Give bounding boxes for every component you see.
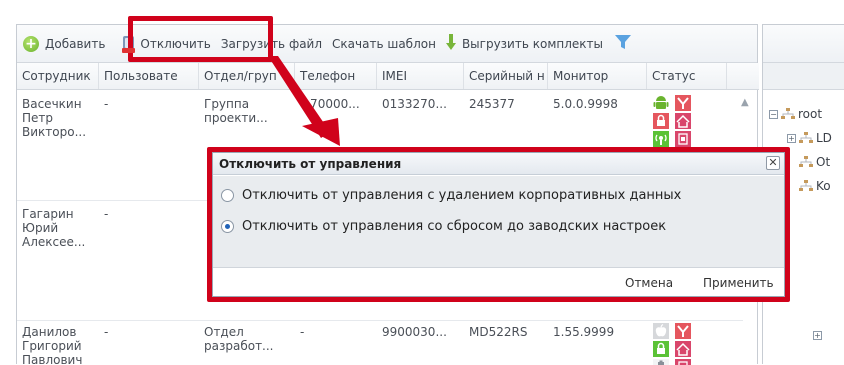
cell-phone: +70000... (300, 97, 360, 111)
dialog-footer: Отмена Применить (213, 269, 784, 297)
collapse-icon[interactable]: − (769, 109, 778, 119)
dialog-title: Отключить от управления (213, 153, 784, 175)
disable-management-dialog: Отключить от управления ✕ Отключить от у… (212, 152, 785, 297)
cancel-button[interactable]: Отмена (625, 276, 673, 290)
cell-department: Группа проекти... (204, 97, 268, 125)
tree-header (763, 63, 844, 90)
status-icons (653, 323, 713, 365)
lock-icon (653, 341, 669, 357)
wifi-icon (674, 113, 691, 129)
column-employee[interactable]: Сотрудник (17, 63, 99, 89)
close-icon[interactable]: ✕ (766, 156, 780, 170)
tree-node-3[interactable]: Ko (799, 179, 831, 193)
tree-node-1-label: LD (816, 131, 832, 145)
cell-imei: 9900030... (382, 325, 447, 339)
status-icons (653, 95, 713, 149)
cell-department: Отдел разработ... (204, 325, 274, 353)
apple-icon (653, 323, 669, 339)
tree-node-4[interactable]: + (813, 331, 825, 340)
app-window: + Добавить Отключить Загрузить файл Скач… (0, 0, 844, 365)
export-kits-label: Выгрузить комплекты (461, 36, 603, 51)
lock-icon (653, 113, 669, 129)
org-tree-icon (799, 156, 813, 168)
dialog-body: Отключить от управления с удалением корп… (213, 176, 784, 268)
toolbar: + Добавить Отключить Загрузить файл Скач… (17, 25, 757, 63)
option-wipe-corporate[interactable]: Отключить от управления с удалением корп… (221, 188, 681, 203)
download-template-button[interactable]: Скачать шаблон (332, 37, 436, 51)
export-kits-button[interactable]: Выгрузить комплекты (445, 34, 603, 53)
download-template-label: Скачать шаблон (332, 36, 436, 51)
signal-icon (653, 131, 669, 147)
cell-user: - (104, 325, 109, 339)
sim-icon (674, 359, 691, 365)
antenna-icon (674, 323, 691, 339)
column-phone[interactable]: Телефон (295, 63, 377, 89)
tree-node-root-label: root (798, 107, 823, 121)
cell-serial: MD522RS (469, 325, 528, 339)
antenna-icon (674, 95, 691, 111)
column-imei[interactable]: IMEI (377, 63, 464, 89)
radio-factory-reset[interactable] (221, 220, 234, 233)
table-row[interactable]: Данилов Григорий Павлович - Отдел разраб… (17, 321, 743, 365)
tree-node-1[interactable]: + LD (787, 131, 832, 145)
download-arrow-icon (445, 34, 456, 53)
scroll-up-icon[interactable]: ▲ (741, 97, 749, 108)
cell-imei: 0133270... (382, 97, 447, 111)
cell-employee: Васечкин Петр Викторо... (22, 97, 87, 139)
column-serial[interactable]: Серийный н (464, 63, 548, 89)
cell-user: - (104, 97, 109, 111)
wifi-icon (674, 341, 691, 357)
tree-node-2[interactable]: Ot (799, 155, 830, 169)
disable-button[interactable]: Отключить (122, 35, 211, 53)
cell-user: - (104, 207, 109, 221)
apply-button[interactable]: Применить (703, 276, 774, 290)
expand-icon[interactable]: + (787, 133, 796, 143)
option-wipe-corporate-label: Отключить от управления с удалением корп… (242, 188, 682, 203)
upload-file-button[interactable]: Загрузить файл (221, 37, 322, 51)
org-tree-icon (781, 108, 795, 120)
option-factory-reset-label: Отключить от управления со сбросом до за… (242, 219, 667, 234)
expand-icon[interactable]: + (813, 331, 822, 340)
disable-button-label: Отключить (140, 36, 211, 51)
tree-node-root[interactable]: − root (769, 107, 822, 121)
cell-employee: Данилов Григорий Павлович (22, 325, 83, 365)
grid-header: Сотрудник Пользовате Отдел/груп Телефон … (17, 63, 759, 90)
sim-icon (674, 131, 691, 147)
option-factory-reset[interactable]: Отключить от управления со сбросом до за… (221, 219, 666, 234)
phone-disable-icon (122, 35, 136, 53)
cell-employee: Гагарин Юрий Алексее... (22, 207, 86, 249)
tree-node-2-label: Ot (816, 155, 831, 169)
radio-wipe-corporate[interactable] (221, 189, 234, 202)
column-department[interactable]: Отдел/груп (199, 63, 295, 89)
upload-file-label: Загрузить файл (220, 36, 323, 51)
tree-toolbar (763, 25, 844, 63)
android-icon (653, 95, 669, 111)
column-monitor[interactable]: Монитор (548, 63, 647, 89)
org-tree-icon (799, 132, 813, 144)
plus-icon: + (23, 35, 39, 52)
add-button-label: Добавить (45, 36, 106, 51)
add-button[interactable]: + Добавить (23, 35, 106, 52)
org-tree-icon (799, 180, 813, 192)
cell-phone: - (300, 325, 305, 339)
filter-icon[interactable] (614, 34, 631, 53)
column-user[interactable]: Пользовате (99, 63, 199, 89)
tree-node-3-label: Ko (816, 179, 831, 193)
cell-monitor: 1.55.9999 (553, 325, 615, 339)
column-status[interactable]: Статус (647, 63, 727, 89)
battery-icon (653, 359, 669, 365)
cell-monitor: 5.0.0.9998 (553, 97, 618, 111)
cell-serial: 245377 (469, 97, 515, 111)
